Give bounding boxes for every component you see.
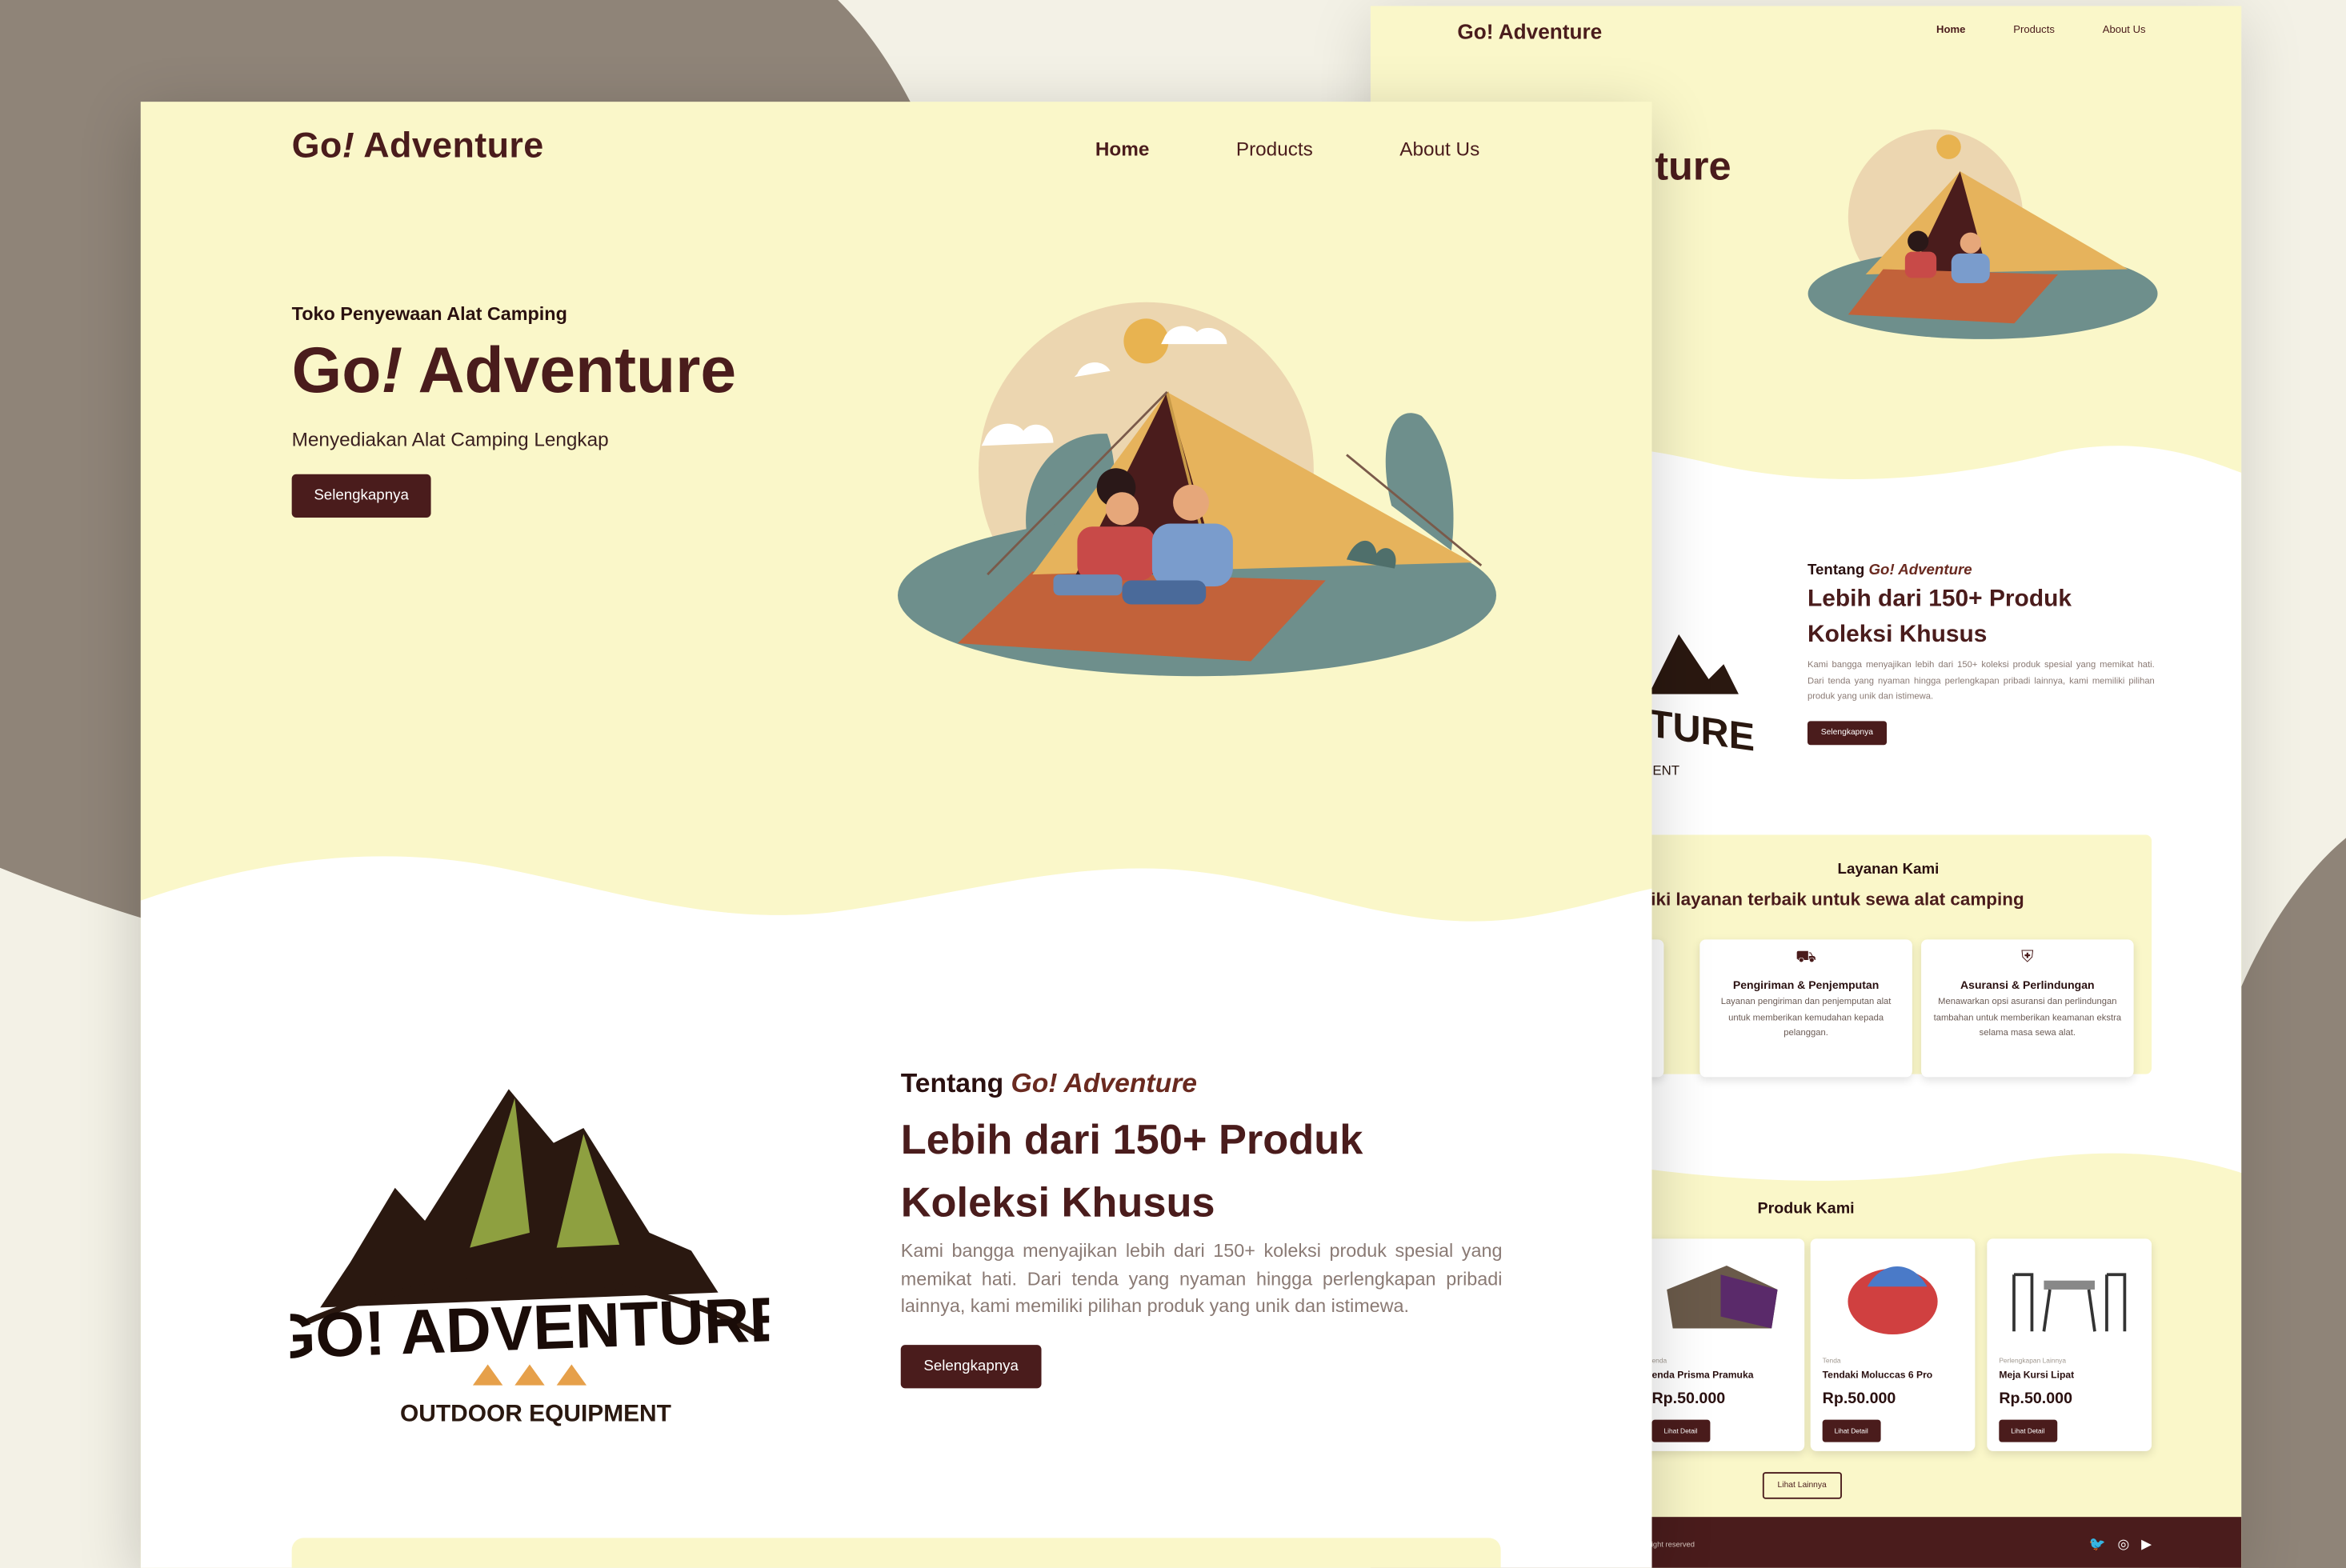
logo-bang: !: [342, 126, 355, 166]
nav-home[interactable]: Home: [1095, 138, 1150, 160]
youtube-icon[interactable]: ▶: [2141, 1536, 2152, 1553]
back-nav: Home Products About Us: [1936, 26, 2146, 36]
about-heading-line1: Lebih dari 150+ Produk: [900, 1116, 1363, 1162]
tent-moluccas-image: [1848, 1266, 1938, 1335]
back-about-section: Tentang Go! Adventure Lebih dari 150+ Pr…: [1807, 562, 2155, 745]
back-camping-illustration: [1808, 129, 2158, 339]
product-category: Tenda: [1822, 1357, 1841, 1365]
product-name: Meja Kursi Lipat: [1999, 1370, 2075, 1382]
service-name: Asuransi & Perlindungan: [1960, 978, 2095, 992]
back-about-heading-line1: Lebih dari 150+ Produk: [1807, 586, 2072, 612]
back-product-card[interactable]: Perlengkapan Lainnya Meja Kursi Lipat Rp…: [1987, 1238, 2152, 1451]
main-nav: Home Products About Us: [1095, 138, 1479, 160]
back-product-card[interactable]: Tenda Tendaki Moluccas 6 Pro Rp.50.000 L…: [1810, 1238, 1976, 1451]
product-price: Rp.50.000: [1822, 1390, 1896, 1408]
back-services-section: Layanan Kami liki layanan terbaik untuk …: [1603, 834, 2152, 1078]
about-cta-button[interactable]: Selengkapnya: [900, 1344, 1042, 1388]
nav-products[interactable]: Products: [1236, 138, 1313, 160]
product-name: enda Prisma Pramuka: [1651, 1370, 1754, 1382]
about-heading: Lebih dari 150+ Produk Koleksi Khusus: [901, 1109, 1503, 1234]
hero-eyebrow: Toko Penyewaan Alat Camping: [291, 303, 567, 325]
back-about-button[interactable]: Selengkapnya: [1807, 720, 1887, 745]
tent-prisma-image: [1667, 1266, 1778, 1329]
services-section-top: [291, 1538, 1501, 1568]
twitter-icon[interactable]: 🐦: [2089, 1536, 2106, 1553]
back-logo-fragment-tag: IENT: [1648, 762, 1680, 778]
instagram-icon[interactable]: ◎: [2117, 1536, 2129, 1553]
back-footer-copyright: right reserved: [1648, 1541, 1695, 1550]
back-logo[interactable]: Go! Adventure: [1457, 19, 1602, 43]
hero-title-rest: Adventure: [402, 334, 737, 407]
back-service-card[interactable]: ⛨ Asuransi & Perlindungan Menawarkan ops…: [1921, 939, 2134, 1078]
site-logo[interactable]: Go! Adventure: [292, 126, 544, 167]
about-heading-line2: Koleksi Khusus: [900, 1178, 1215, 1226]
back-nav-products[interactable]: Products: [2013, 26, 2055, 36]
product-category: enda: [1651, 1357, 1667, 1365]
back-services-subtitle: liki layanan terbaik untuk sewa alat cam…: [1646, 888, 2024, 910]
camping-illustration: [898, 302, 1496, 677]
product-price: Rp.50.000: [1999, 1390, 2073, 1408]
hero-title-go: Go: [291, 334, 382, 407]
back-service-card[interactable]: ⛟ Pengiriman & Penjemputan Layanan pengi…: [1699, 939, 1912, 1078]
back-footer-social: 🐦 ◎ ▶: [2089, 1536, 2152, 1553]
product-detail-button[interactable]: Lihat Detail: [1999, 1419, 2057, 1442]
product-detail-button[interactable]: Lihat Detail: [1822, 1419, 1880, 1442]
back-logo-fragment: TURE IENT: [1648, 634, 1755, 778]
back-about-heading-line2: Koleksi Khusus: [1807, 622, 1988, 648]
logo-go: Go: [291, 126, 342, 166]
back-product-card[interactable]: enda enda Prisma Pramuka Rp.50.000 Lihat…: [1639, 1238, 1805, 1451]
back-logo-fragment-word: TURE: [1648, 700, 1755, 760]
nav-about-us[interactable]: About Us: [1399, 138, 1479, 160]
service-desc: Layanan pengiriman dan penjemputan alat …: [1720, 998, 1892, 1038]
folding-table-chairs-image: [2012, 1273, 2127, 1332]
hero-subtitle: Menyediakan Alat Camping Lengkap: [291, 427, 609, 450]
front-page: Go! Adventure Home Products About Us Tok…: [140, 102, 1652, 1568]
product-detail-button[interactable]: Lihat Detail: [1651, 1419, 1710, 1442]
back-nav-about[interactable]: About Us: [2103, 26, 2146, 36]
service-name: Pengiriman & Penjemputan: [1732, 978, 1880, 992]
service-desc: Menawarkan opsi asuransi dan perlindunga…: [1933, 998, 2122, 1038]
about-body: Kami bangga menyajikan lebih dari 150+ k…: [900, 1240, 1503, 1317]
back-about-subtitle-prefix: Tentang: [1807, 562, 1869, 579]
shield-icon: ⛨: [2021, 948, 2034, 967]
truck-icon: ⛟: [1796, 948, 1817, 967]
product-name: Tendaki Moluccas 6 Pro: [1822, 1370, 1933, 1382]
back-nav-home[interactable]: Home: [1936, 26, 1965, 36]
back-about-subtitle: Tentang Go! Adventure: [1808, 562, 2155, 579]
hero-cta-button[interactable]: Selengkapnya: [291, 474, 431, 518]
back-about-heading: Lebih dari 150+ Produk Koleksi Khusus: [1808, 582, 2155, 654]
go-adventure-logo: GO! ADVENTURE OUTDOOR EQUIPMENT: [290, 1089, 769, 1427]
back-services-title: Layanan Kami: [1837, 862, 1940, 878]
about-subtitle: Tentang Go! Adventure: [901, 1068, 1503, 1099]
about-subtitle-brand: Go! Adventure: [1011, 1068, 1198, 1098]
hero-title: Go! Adventure: [292, 335, 736, 409]
back-hero-title-fragment: ture: [1655, 143, 1731, 189]
about-subtitle-prefix: Tentang: [900, 1068, 1011, 1098]
logo-tagline: OUTDOOR EQUIPMENT: [400, 1401, 671, 1427]
back-about-body: Kami bangga menyajikan lebih dari 150+ k…: [1807, 661, 2155, 702]
product-category: Perlengkapan Lainnya: [1999, 1357, 2067, 1365]
logo-rest: Adventure: [354, 126, 544, 166]
about-section: Tentang Go! Adventure Lebih dari 150+ Pr…: [900, 1068, 1503, 1388]
back-more-products-button[interactable]: Lihat Lainnya: [1762, 1472, 1842, 1499]
hero-title-bang: !: [381, 334, 403, 407]
back-about-subtitle-brand: Go! Adventure: [1868, 562, 1972, 579]
product-price: Rp.50.000: [1651, 1390, 1726, 1408]
